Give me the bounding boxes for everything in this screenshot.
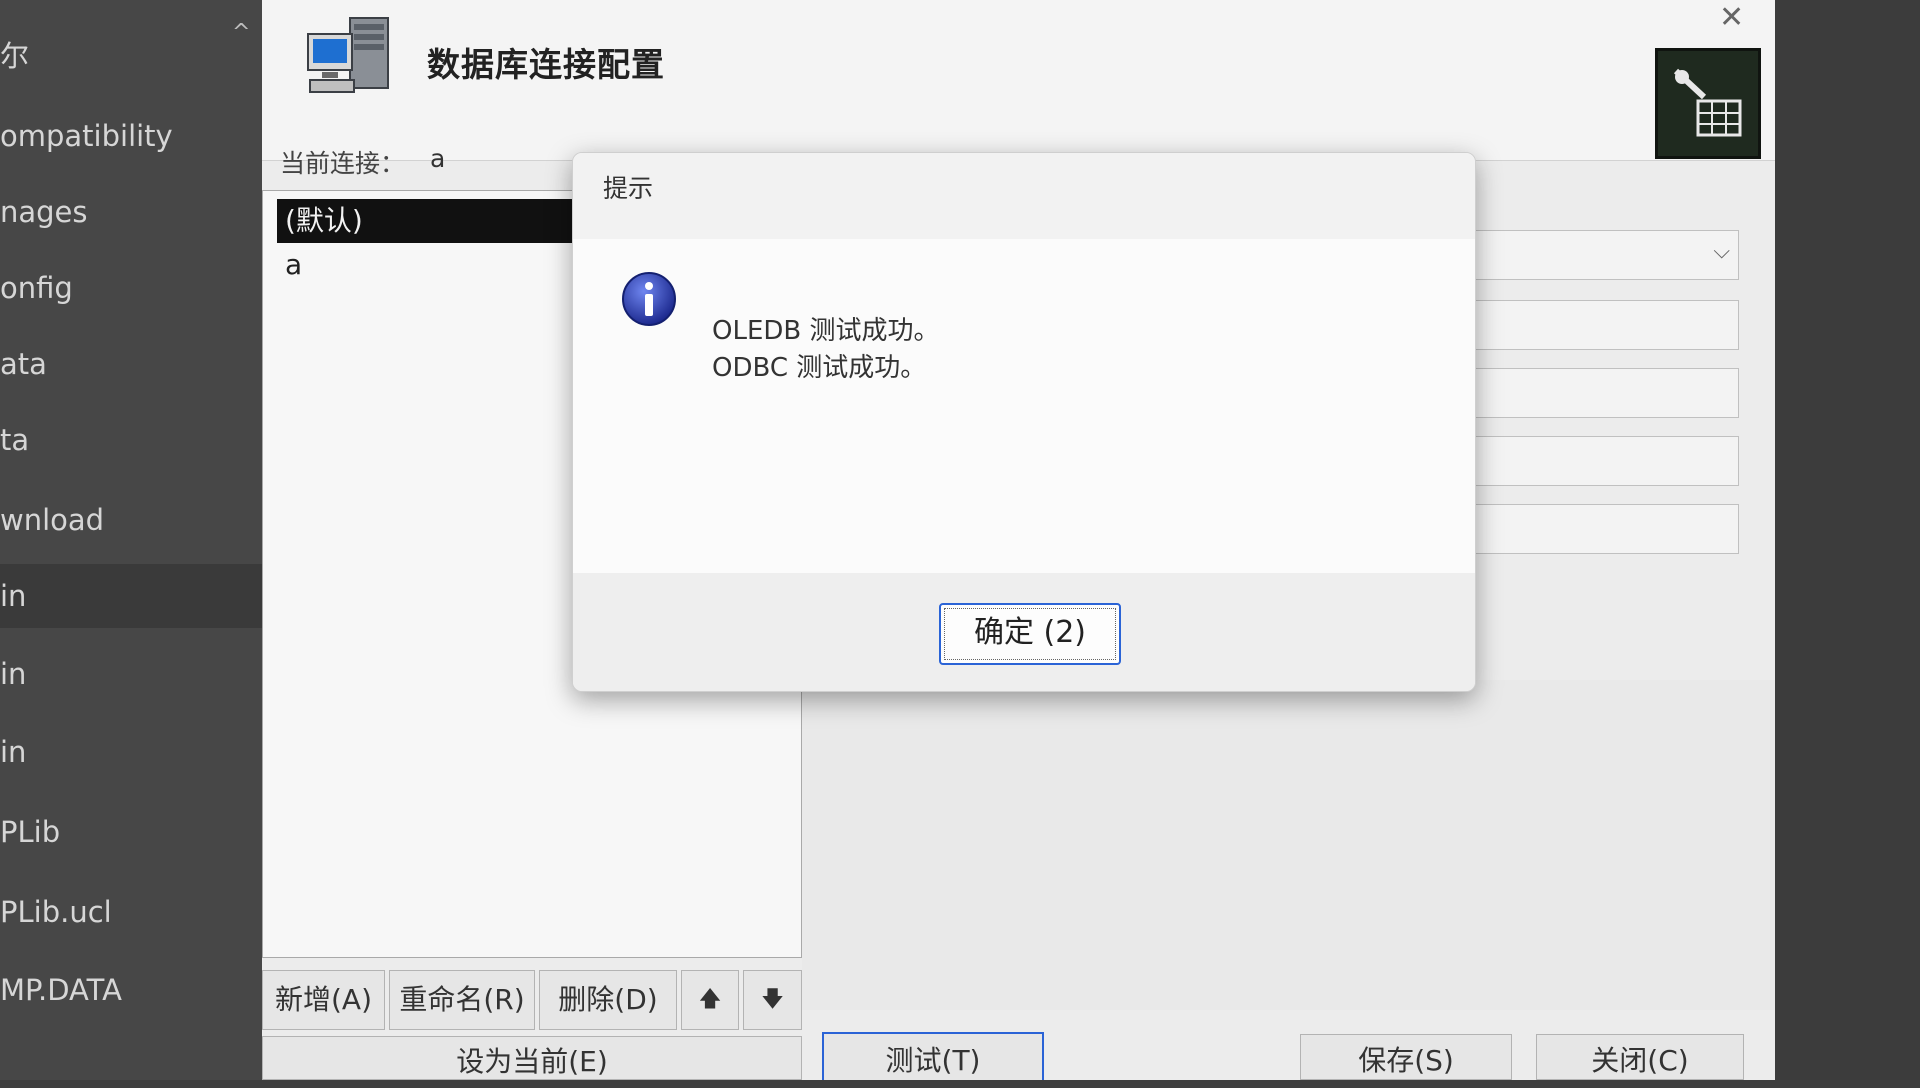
current-connection-label: 当前连接： [280, 149, 406, 178]
explorer-item[interactable]: PLib [0, 800, 262, 864]
chevron-down-icon[interactable]: ⌵ [1713, 239, 1730, 264]
close-button[interactable]: 关闭(C) [1536, 1034, 1744, 1080]
arrow-down-icon: 🡇 [761, 987, 784, 1012]
background-desktop [1775, 0, 1920, 1080]
database-field[interactable] [1472, 368, 1739, 418]
save-button[interactable]: 保存(S) [1300, 1034, 1512, 1080]
explorer-item[interactable]: ata [0, 332, 262, 396]
explorer-item[interactable]: nages [0, 180, 262, 244]
explorer-item[interactable]: PLib.ucl [0, 880, 262, 944]
explorer-item[interactable]: in [0, 642, 262, 706]
explorer-item[interactable]: ta [0, 408, 262, 472]
explorer-item[interactable]: ompatibility [0, 104, 262, 168]
move-down-button[interactable]: 🡇 [743, 970, 802, 1030]
dialog-body [573, 239, 1475, 573]
arrow-up-icon: 🡅 [698, 987, 722, 1012]
plug-grid-graphic [1673, 68, 1742, 137]
detail-panel [802, 680, 1775, 1010]
delete-button[interactable]: 删除(D) [539, 970, 677, 1030]
message-line-odbc: ODBC 测试成功。 [712, 353, 927, 383]
database-network-icon [307, 17, 389, 93]
chevron-up-icon[interactable]: ^ [232, 20, 250, 45]
explorer-item[interactable]: wnload [0, 488, 262, 552]
explorer-item[interactable]: in [0, 720, 262, 784]
ok-button[interactable]: 确定 (2) [939, 603, 1121, 665]
password-field[interactable] [1472, 504, 1739, 554]
test-button[interactable]: 测试(T) [822, 1032, 1044, 1080]
explorer-item[interactable]: onfig [0, 256, 262, 320]
move-up-button[interactable]: 🡅 [681, 970, 739, 1030]
window-header: 数据库连接配置 ✕ [262, 0, 1775, 161]
set-current-button[interactable]: 设为当前(E) [262, 1036, 802, 1080]
info-icon [622, 272, 676, 326]
rename-button[interactable]: 重命名(R) [389, 970, 535, 1030]
message-dialog: 提示 OLEDB 测试成功。 ODBC 测试成功。 确定 (2) [572, 152, 1476, 692]
explorer-item[interactable]: MP.DATA [0, 958, 262, 1022]
username-field[interactable] [1472, 436, 1739, 486]
explorer-item-selected[interactable]: in [0, 564, 262, 628]
connection-type-select[interactable]: ⌵ [1472, 230, 1739, 280]
file-explorer-panel: 尔 ^ ompatibility nages onfig ata ta wnlo… [0, 0, 262, 1080]
dialog-message: OLEDB 测试成功。 ODBC 测试成功。 [712, 313, 940, 387]
close-icon[interactable]: ✕ [1719, 0, 1744, 35]
explorer-item[interactable]: 尔 [0, 24, 262, 88]
dialog-title: 提示 [603, 174, 654, 203]
message-line-oledb: OLEDB 测试成功。 [712, 316, 940, 346]
server-field[interactable] [1472, 300, 1739, 350]
plug-grid-icon [1655, 48, 1761, 159]
add-button[interactable]: 新增(A) [262, 970, 385, 1030]
current-connection-value: a [430, 144, 446, 173]
dialog-titlebar[interactable]: 提示 [573, 153, 1475, 239]
window-title: 数据库连接配置 [427, 45, 665, 84]
